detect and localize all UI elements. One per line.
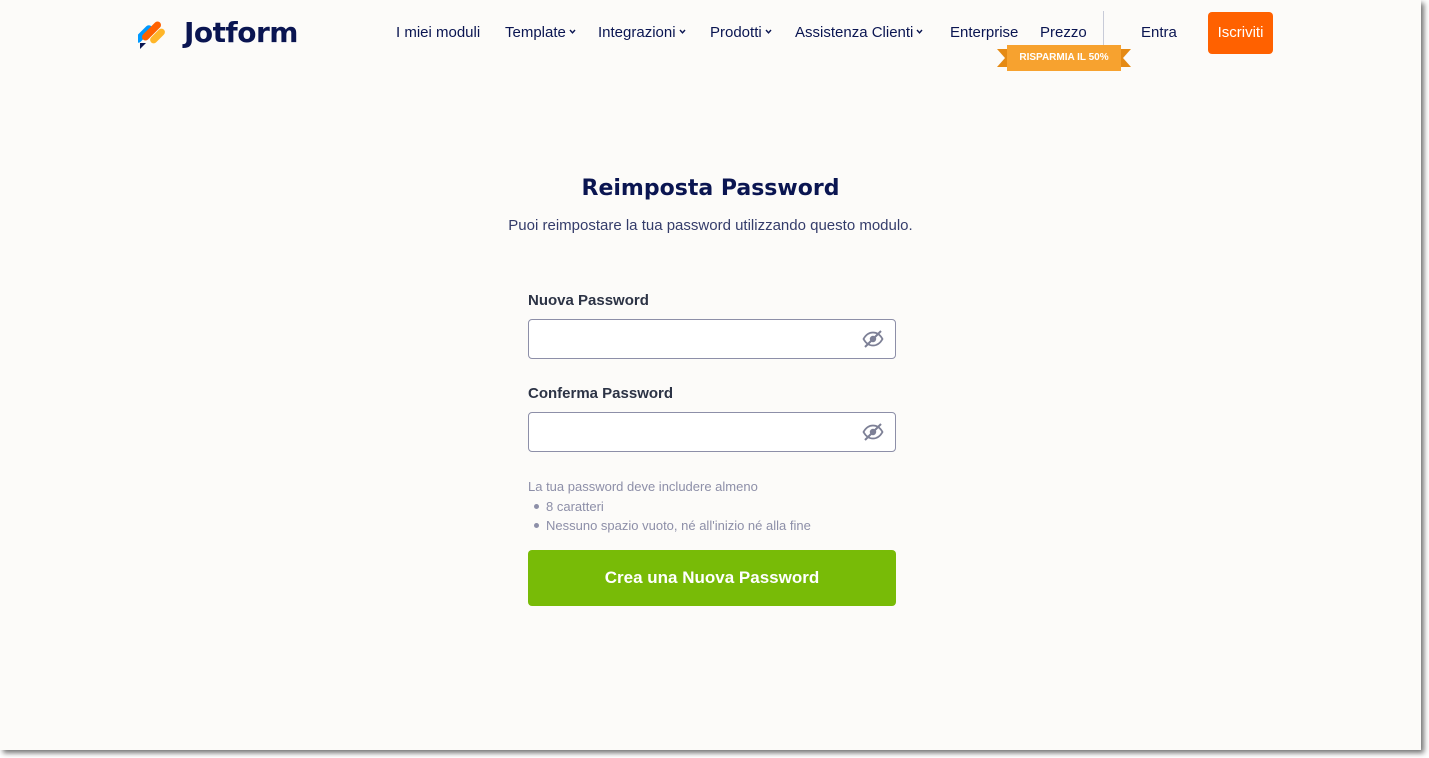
brand-name: Jotform bbox=[184, 16, 298, 49]
confirm-password-label: Conferma Password bbox=[528, 385, 674, 402]
nav-integrations-label: Integrazioni bbox=[598, 24, 676, 41]
new-password-label: Nuova Password bbox=[528, 292, 649, 309]
nav-login[interactable]: Entra bbox=[1141, 22, 1177, 44]
nav-pricing[interactable]: Prezzo bbox=[1040, 22, 1087, 44]
jotform-logo[interactable]: Jotform bbox=[138, 17, 298, 49]
pricing-discount-ribbon[interactable]: RISPARMIA IL 50% bbox=[997, 45, 1131, 71]
new-password-field-box bbox=[528, 319, 896, 359]
ribbon-tail-left bbox=[997, 49, 1007, 67]
signup-button[interactable]: Iscriviti bbox=[1208, 12, 1273, 54]
nav-templates-label: Template bbox=[505, 24, 566, 41]
nav-integrations[interactable]: Integrazioni bbox=[598, 22, 686, 44]
eye-slash-icon[interactable] bbox=[862, 422, 884, 442]
page-title: Reimposta Password bbox=[581, 176, 840, 201]
page-subtitle: Puoi reimpostare la tua password utilizz… bbox=[508, 217, 913, 234]
chevron-down-icon bbox=[679, 29, 686, 34]
nav-my-forms[interactable]: I miei moduli bbox=[396, 22, 480, 44]
pricing-badge: RISPARMIA IL 50% bbox=[1007, 45, 1121, 71]
nav-support[interactable]: Assistenza Clienti bbox=[795, 22, 923, 44]
confirm-password-field-box bbox=[528, 412, 896, 452]
requirement-item: 8 caratteri bbox=[528, 497, 811, 517]
nav-enterprise[interactable]: Enterprise bbox=[950, 22, 1018, 44]
nav-templates[interactable]: Template bbox=[505, 22, 576, 44]
nav-support-label: Assistenza Clienti bbox=[795, 24, 914, 41]
chevron-down-icon bbox=[765, 29, 772, 34]
nav-products-label: Prodotti bbox=[710, 24, 762, 41]
nav-products[interactable]: Prodotti bbox=[710, 22, 772, 44]
chevron-down-icon bbox=[916, 29, 923, 34]
jotform-logo-icon bbox=[138, 17, 168, 49]
create-password-button[interactable]: Crea una Nuova Password bbox=[528, 550, 896, 606]
eye-slash-icon[interactable] bbox=[862, 329, 884, 349]
page: Jotform I miei moduli Template Integrazi… bbox=[0, 0, 1421, 750]
confirm-password-input[interactable] bbox=[539, 413, 859, 451]
ribbon-tail-right bbox=[1121, 49, 1131, 67]
requirements-list: 8 caratteri Nessuno spazio vuoto, né all… bbox=[528, 497, 811, 536]
new-password-input[interactable] bbox=[539, 320, 859, 358]
chevron-down-icon bbox=[569, 29, 576, 34]
requirement-item: Nessuno spazio vuoto, né all'inizio né a… bbox=[528, 516, 811, 536]
requirements-intro: La tua password deve includere almeno bbox=[528, 479, 758, 494]
password-requirements: La tua password deve includere almeno 8 … bbox=[528, 477, 811, 536]
